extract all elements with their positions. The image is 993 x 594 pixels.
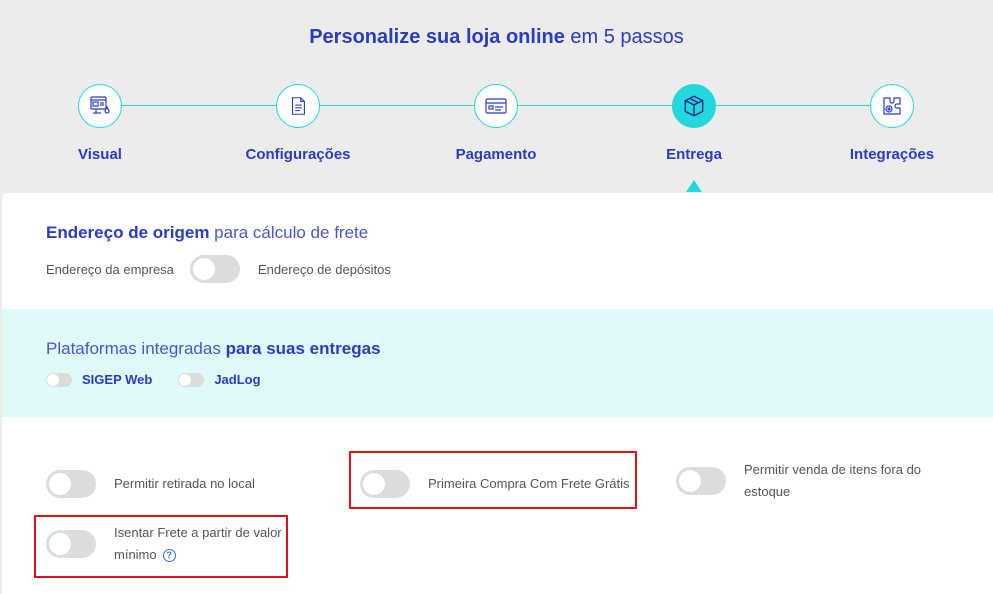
step-entrega[interactable]: Entrega xyxy=(614,84,774,163)
origin-section-title: Endereço de origem para cálculo de frete xyxy=(46,223,368,243)
sigep-label: SIGEP Web xyxy=(82,372,153,387)
company-address-label: Endereço da empresa xyxy=(46,261,174,277)
jadlog-toggle[interactable] xyxy=(178,372,205,387)
step-pagamento[interactable]: Pagamento xyxy=(416,84,576,163)
step-label: Integrações xyxy=(849,146,935,163)
step-integracoes[interactable]: Integrações xyxy=(812,84,972,163)
origin-title-bold: Endereço de origem xyxy=(46,223,210,242)
page-title: Personalize sua loja online em 5 passos xyxy=(0,26,993,49)
pickup-label: Permitir retirada no local xyxy=(114,476,255,491)
step-label: Configurações xyxy=(245,146,351,163)
origin-title-light: para cálculo de frete xyxy=(214,223,369,242)
pickup-toggle[interactable] xyxy=(46,470,96,498)
option-pickup: Permitir retirada no local xyxy=(46,470,255,498)
steps-wizard: Visual Configurações Pagamento Entrega I… xyxy=(0,84,993,174)
platforms-title-bold: para suas entregas xyxy=(225,339,381,358)
platforms-section-title: Plataformas integradas para suas entrega… xyxy=(46,339,381,359)
toggle-knob xyxy=(47,373,59,386)
platforms-title-light: Plataformas integradas xyxy=(46,339,221,358)
step-visual[interactable]: Visual xyxy=(20,84,180,163)
step-label: Pagamento xyxy=(455,146,537,163)
box-icon xyxy=(672,84,716,128)
option-out-of-stock: Permitir venda de itens fora do estoque xyxy=(676,459,946,503)
step-label: Visual xyxy=(78,146,122,163)
visual-icon xyxy=(78,84,122,128)
platforms-section: Plataformas integradas para suas entrega… xyxy=(2,309,993,417)
active-step-indicator xyxy=(686,180,702,192)
document-icon xyxy=(276,84,320,128)
warehouse-address-label: Endereço de depósitos xyxy=(257,261,391,277)
out-of-stock-toggle[interactable] xyxy=(676,467,726,495)
page-title-bold: Personalize sua loja online xyxy=(309,26,565,48)
toggle-knob xyxy=(192,258,215,280)
page-title-light: em 5 passos xyxy=(570,26,684,48)
toggle-knob xyxy=(179,373,192,386)
toggle-knob xyxy=(679,470,701,492)
step-label: Entrega xyxy=(666,146,722,163)
origin-address-switch: Endereço da empresa Endereço de depósito… xyxy=(46,255,391,283)
delivery-settings-panel: Endereço de origem para cálculo de frete… xyxy=(2,193,993,594)
integration-icon xyxy=(870,84,914,128)
sigep-toggle[interactable] xyxy=(46,372,72,387)
payment-icon xyxy=(474,84,518,128)
step-configuracoes[interactable]: Configurações xyxy=(218,84,378,163)
platforms-list: SIGEP Web JadLog xyxy=(46,372,287,387)
highlight-box-exempt-min xyxy=(34,515,288,578)
out-of-stock-label: Permitir venda de itens fora do estoque xyxy=(744,462,922,499)
origin-address-toggle[interactable] xyxy=(189,255,240,283)
highlight-box-first-free xyxy=(349,451,637,509)
toggle-knob xyxy=(49,473,71,495)
jadlog-label: JadLog xyxy=(214,372,261,387)
